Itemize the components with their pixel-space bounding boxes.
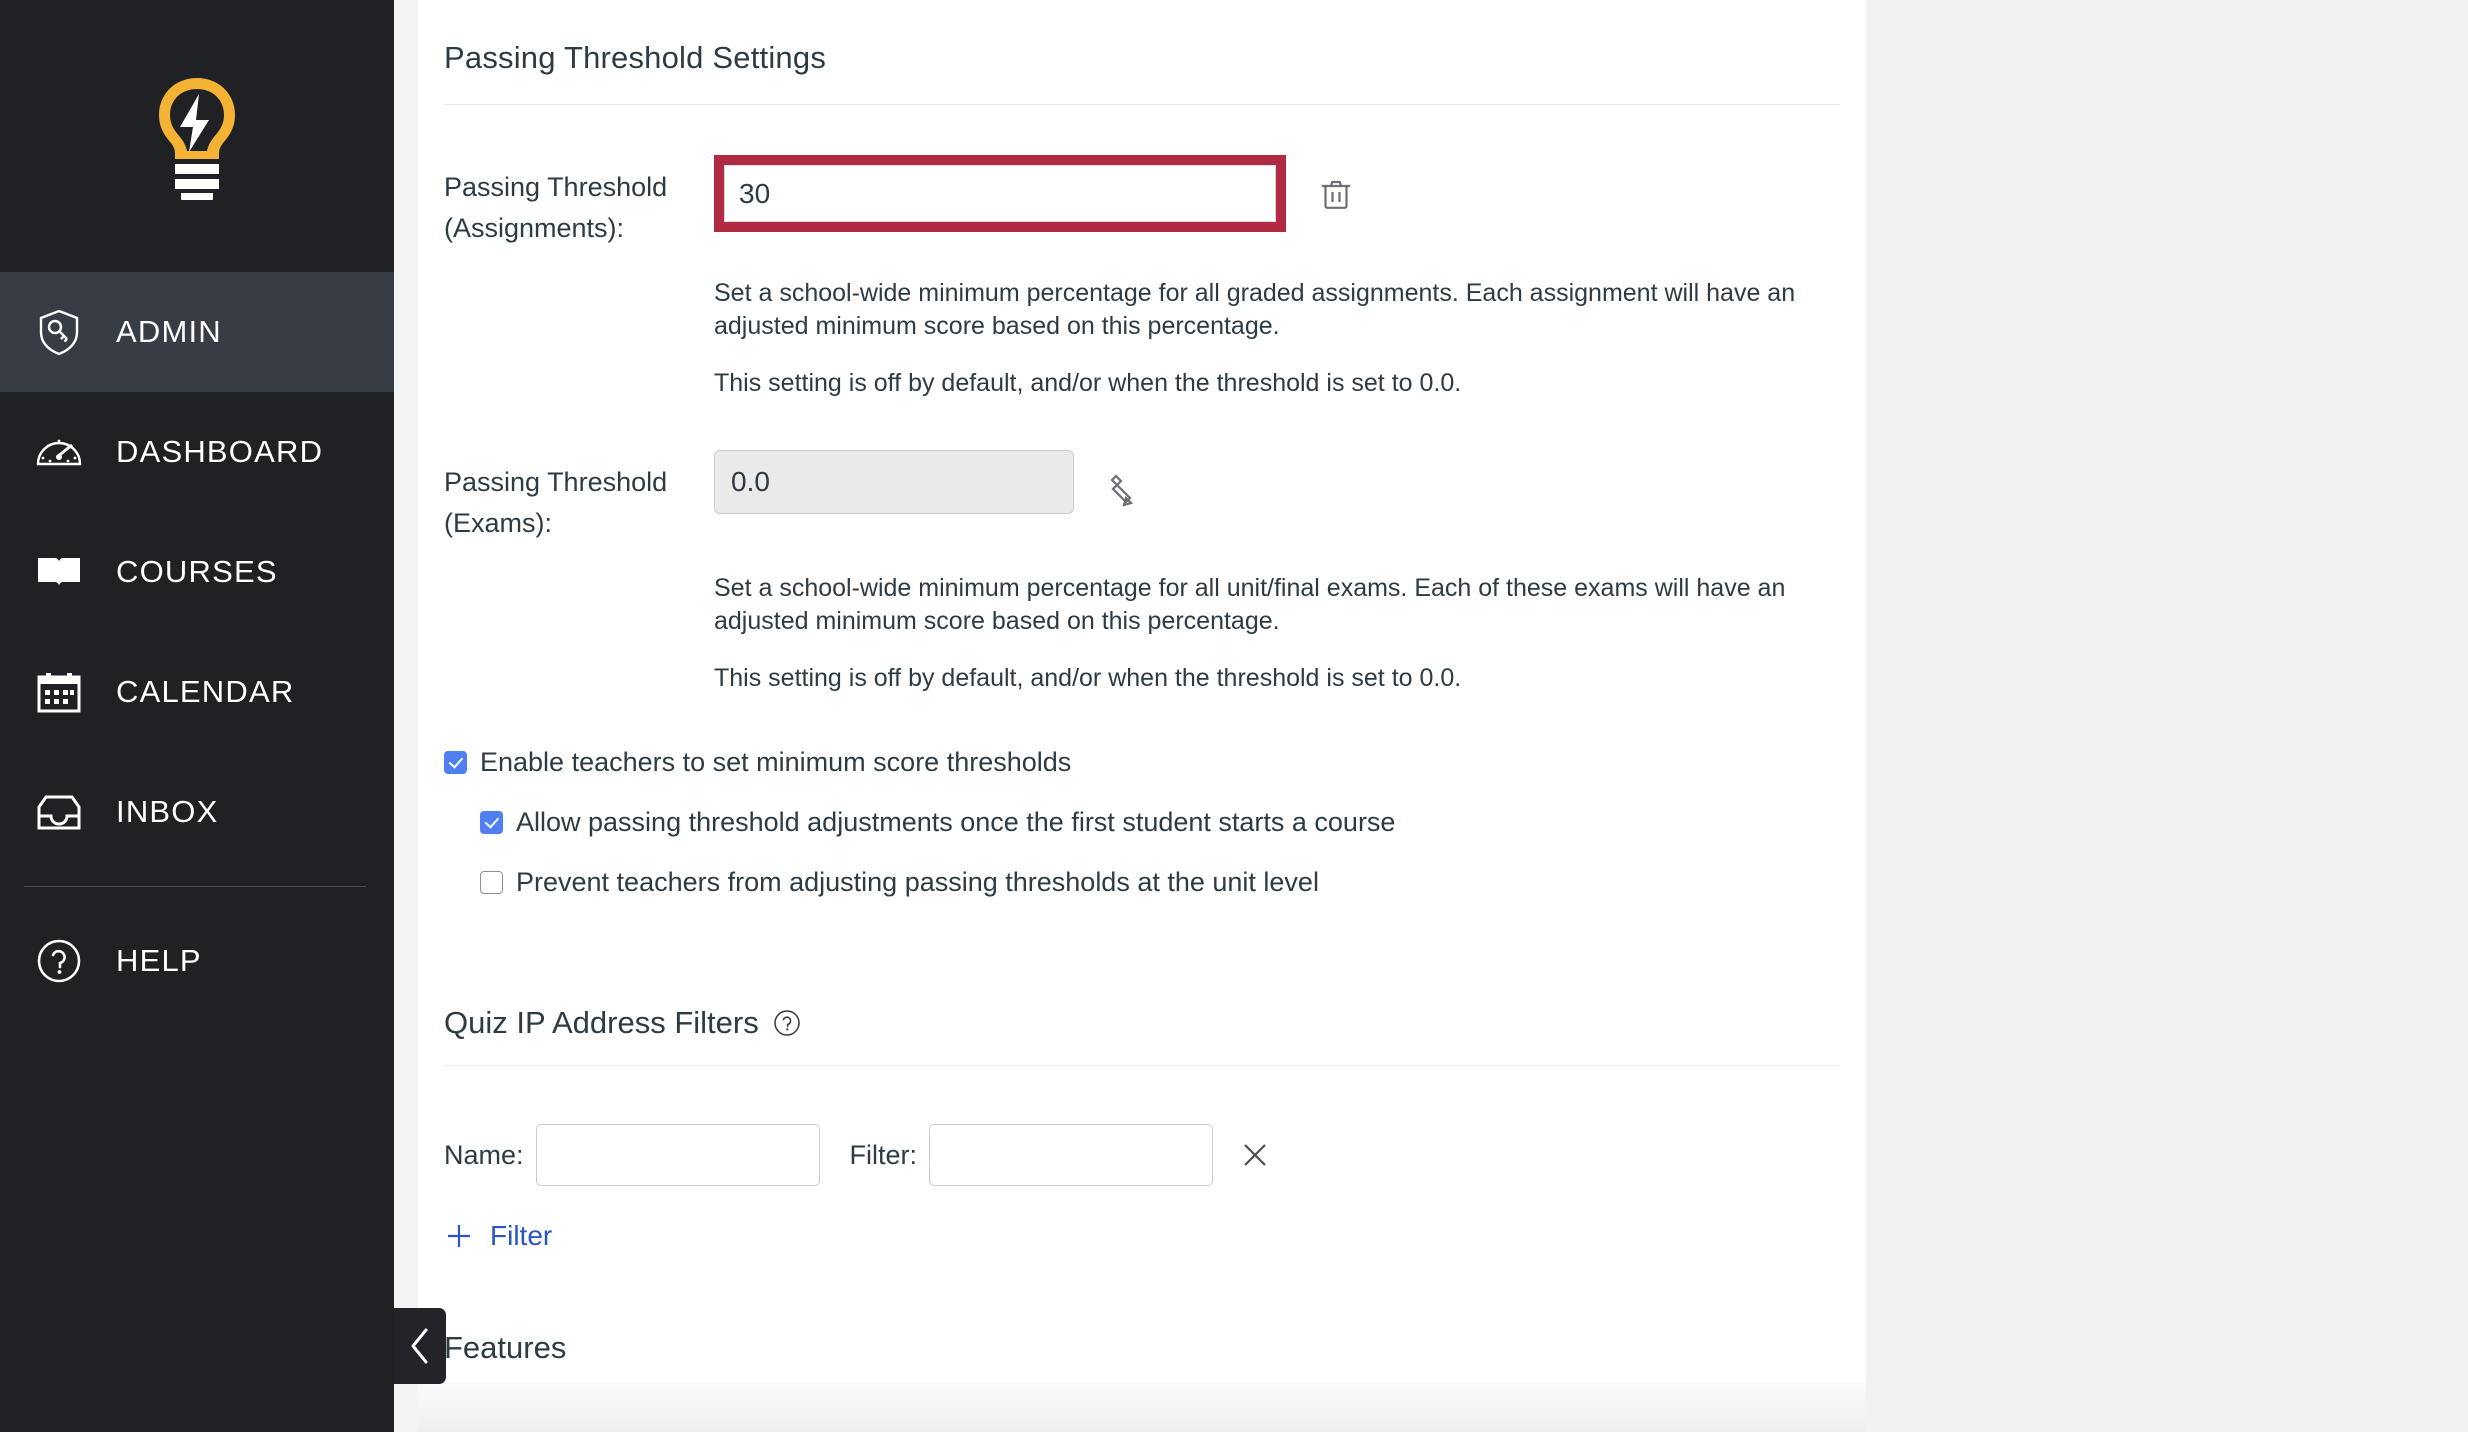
page-title: Passing Threshold Settings	[444, 40, 827, 75]
sidebar-item-label: INBOX	[116, 794, 219, 829]
exams-threshold-label: Passing Threshold (Exams):	[444, 467, 668, 538]
sidebar-item-calendar[interactable]: CALENDAR	[0, 632, 394, 752]
ip-filter-name-input[interactable]	[535, 1124, 820, 1186]
exams-threshold-help: Set a school-wide minimum percentage for…	[714, 544, 1844, 695]
app-logo[interactable]	[0, 0, 394, 272]
shield-key-icon	[28, 301, 90, 363]
sidebar-item-dashboard[interactable]: DASHBOARD	[0, 392, 394, 512]
checkbox-label: Allow passing threshold adjustments once…	[516, 807, 1396, 837]
checkbox-label: Enable teachers to set minimum score thr…	[480, 747, 1072, 777]
main-content-panel: Passing Threshold Settings Passing Thres…	[418, 0, 1866, 1432]
assignments-threshold-control	[714, 155, 1364, 232]
lightbulb-logo-icon	[159, 78, 235, 200]
exams-help-primary: Set a school-wide minimum percentage for…	[714, 574, 1786, 635]
inbox-tray-icon	[28, 781, 90, 843]
chevron-left-icon	[411, 1328, 428, 1364]
open-book-icon	[28, 541, 90, 603]
collapse-sidebar-button[interactable]	[394, 1308, 446, 1384]
threshold-options-group: Enable teachers to set minimum score thr…	[444, 695, 1840, 927]
checkbox-row-enable-teacher-thresholds[interactable]: Enable teachers to set minimum score thr…	[444, 747, 1840, 807]
close-x-icon[interactable]	[1233, 1133, 1277, 1177]
sidebar-item-label: ADMIN	[116, 314, 222, 349]
sidebar-item-courses[interactable]: COURSES	[0, 512, 394, 632]
sidebar-divider	[24, 886, 366, 887]
sidebar-item-label: DASHBOARD	[116, 434, 324, 469]
sidebar-item-help[interactable]: HELP	[0, 901, 394, 1021]
question-circle-icon	[28, 930, 90, 992]
sidebar-item-label: COURSES	[116, 554, 278, 589]
page-title-block: Passing Threshold Settings	[444, 0, 1840, 104]
speedometer-icon	[28, 421, 90, 483]
assignments-threshold-label: Passing Threshold (Assignments):	[444, 172, 668, 243]
exams-threshold-input[interactable]	[714, 450, 1074, 514]
ip-filter-value-input[interactable]	[929, 1124, 1214, 1186]
content-inner: Passing Threshold Settings Passing Thres…	[418, 0, 1866, 1391]
prevent-unit-level-checkbox[interactable]	[480, 870, 503, 894]
checkbox-row-allow-adjustments[interactable]: Allow passing threshold adjustments once…	[444, 807, 1840, 867]
enable-teacher-thresholds-checkbox[interactable]	[444, 750, 467, 774]
exams-threshold-control	[714, 450, 1152, 518]
nav-list: ADMIN DASHBOARD COURSES CALENDAR INBOX H…	[0, 272, 394, 1021]
add-filter-button[interactable]: Filter	[444, 1186, 552, 1252]
exams-threshold-row: Passing Threshold (Exams):	[444, 400, 1840, 544]
assignments-help-secondary: This setting is off by default, and/or w…	[714, 369, 1462, 397]
checkbox-label: Prevent teachers from adjusting passing …	[516, 867, 1319, 897]
quiz-ip-filters-title: Quiz IP Address Filters	[444, 1005, 759, 1040]
assignments-help-primary: Set a school-wide minimum percentage for…	[714, 279, 1796, 340]
quiz-ip-filters-heading-block: Quiz IP Address Filters	[444, 927, 1840, 1065]
content-bottom-fade	[418, 1382, 1866, 1432]
edit-exams-threshold-button[interactable]	[1096, 462, 1152, 518]
assignments-threshold-row: Passing Threshold (Assignments):	[444, 105, 1840, 249]
ip-filter-value-label: Filter:	[849, 1139, 918, 1170]
app-root: ADMIN DASHBOARD COURSES CALENDAR INBOX H…	[0, 0, 2468, 1432]
plus-icon	[444, 1221, 474, 1251]
features-title: Features	[444, 1330, 567, 1365]
page-right-background	[1866, 0, 2468, 1432]
quiz-ip-filter-row: Name: Filter:	[444, 1066, 1840, 1186]
assignments-threshold-input[interactable]	[724, 165, 1276, 222]
delete-assignments-threshold-button[interactable]	[1308, 167, 1364, 223]
exams-help-secondary: This setting is off by default, and/or w…	[714, 664, 1462, 692]
allow-adjustments-checkbox[interactable]	[480, 810, 503, 834]
ip-filter-name-label: Name:	[444, 1139, 524, 1170]
calendar-icon	[28, 661, 90, 723]
assignments-threshold-error-wrapper	[714, 155, 1286, 232]
sidebar-item-label: HELP	[116, 943, 202, 978]
global-navigation-sidebar: ADMIN DASHBOARD COURSES CALENDAR INBOX H…	[0, 0, 394, 1432]
sidebar-content-gutter	[394, 0, 418, 1432]
question-circle-icon[interactable]	[773, 1009, 801, 1037]
assignments-threshold-help: Set a school-wide minimum percentage for…	[714, 249, 1844, 400]
add-filter-label: Filter	[490, 1220, 553, 1251]
sidebar-item-admin[interactable]: ADMIN	[0, 272, 394, 392]
features-heading-block: Features	[444, 1252, 1840, 1390]
sidebar-item-inbox[interactable]: INBOX	[0, 752, 394, 872]
sidebar-item-label: CALENDAR	[116, 674, 295, 709]
checkbox-row-prevent-unit-level[interactable]: Prevent teachers from adjusting passing …	[444, 867, 1840, 927]
